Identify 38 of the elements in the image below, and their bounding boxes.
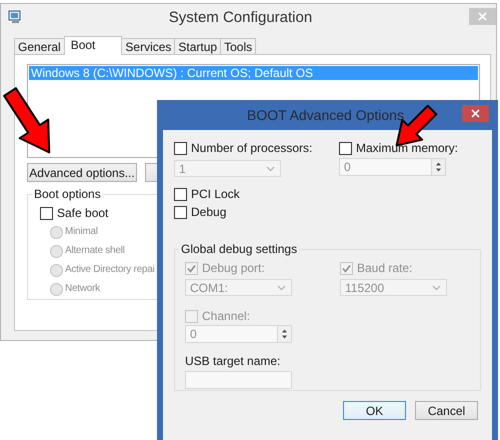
- window-title: System Configuration: [168, 8, 312, 28]
- group-title: Global debug settings: [179, 242, 300, 256]
- tab[interactable]: Services: [121, 38, 176, 54]
- checkbox-label: Maximum memory:: [356, 141, 458, 155]
- checkbox[interactable]: [339, 142, 352, 154]
- group-title: Boot options: [32, 187, 103, 201]
- chevron-down-icon: [277, 284, 286, 290]
- checkbox[interactable]: [174, 142, 187, 154]
- checkbox[interactable]: [174, 188, 187, 200]
- dialog-button[interactable]: OK: [343, 401, 406, 420]
- checkbox[interactable]: [40, 206, 53, 220]
- checkbox-label: Safe boot: [57, 206, 108, 220]
- dialog-title: BOOT Advanced Options: [247, 106, 404, 125]
- chevron-down-icon: [432, 284, 441, 290]
- chevron-down-icon: [266, 166, 275, 172]
- close-icon: [471, 109, 480, 118]
- close-icon: [478, 12, 487, 21]
- checkbox-label: Number of processors:: [191, 141, 312, 155]
- dialog-button[interactable]: Cancel: [415, 401, 478, 420]
- tab[interactable]: Startup: [174, 38, 222, 54]
- computer-icon: [8, 10, 22, 24]
- radio-label: Minimal: [65, 225, 98, 239]
- radio-label: Active Directory repai: [65, 263, 155, 277]
- checkbox-label: Channel:: [202, 309, 250, 323]
- advanced-options-button[interactable]: Advanced options...: [27, 163, 137, 182]
- field-label: USB target name:: [185, 354, 282, 368]
- tab[interactable]: General: [14, 38, 65, 54]
- radio-label: Alternate shell: [65, 244, 125, 258]
- checkbox-label: Debug: [191, 205, 226, 219]
- checkbox-label: Debug port:: [202, 261, 265, 275]
- checkbox[interactable]: [174, 206, 187, 218]
- annotation-arrow: [3, 87, 50, 154]
- tab[interactable]: Tools: [220, 38, 256, 54]
- close-button[interactable]: [462, 105, 489, 122]
- tab[interactable]: Boot: [64, 36, 122, 55]
- checkbox-label: Baud rate:: [357, 261, 412, 275]
- radio-label: Network: [65, 282, 100, 296]
- checkbox-label: PCI Lock: [191, 187, 240, 201]
